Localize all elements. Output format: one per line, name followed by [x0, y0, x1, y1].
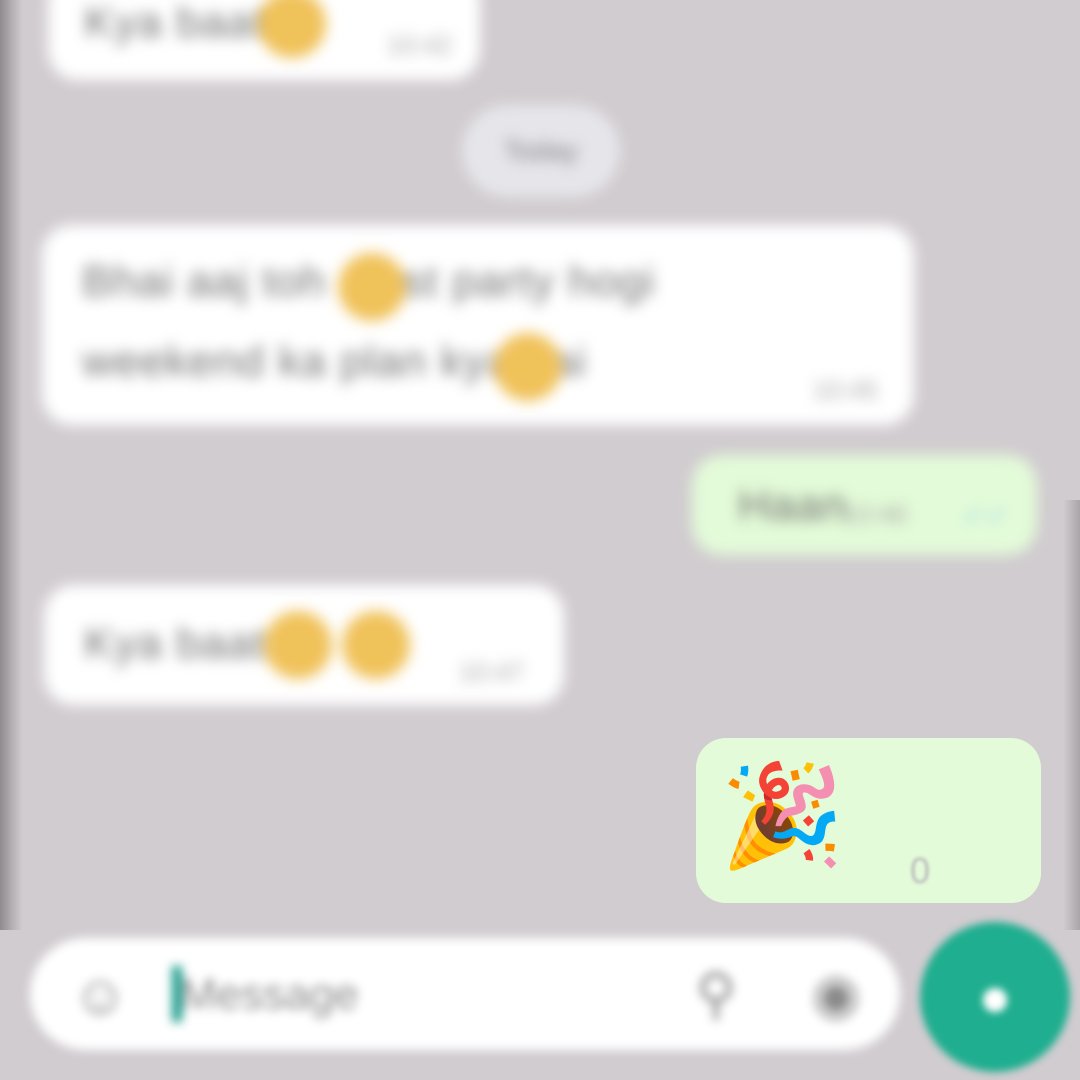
date-separator-label: Today — [503, 135, 579, 166]
send-button[interactable]: ● — [920, 922, 1070, 1072]
message-time: 10:46 — [842, 499, 908, 529]
message-input-placeholder: Message — [180, 970, 359, 1019]
chat-area: Kya baat 10:42 Today Bhai aaj toh mast p… — [0, 0, 1080, 930]
message-bubble-outgoing-sticker[interactable]: 🎉 — [696, 738, 1041, 903]
microphone-icon: ● — [978, 965, 1012, 1028]
date-separator: Today — [462, 105, 620, 197]
party-popper-icon: 🎉 — [720, 760, 845, 872]
paperclip-icon[interactable]: ⚲ — [680, 958, 752, 1030]
message-time: 10:42 — [386, 30, 452, 60]
read-receipt-icon: ✓✓ — [962, 500, 1009, 531]
message-bubble-incoming[interactable]: Bhai aaj toh mast party hogi weekend ka … — [42, 225, 914, 425]
message-time: 0 — [909, 850, 930, 891]
emoji-icon — [494, 333, 562, 401]
emoji-icon[interactable]: ☺ — [64, 958, 136, 1030]
message-input[interactable]: ☺ Message ⚲ ◉ — [30, 938, 900, 1050]
message-text: Kya baat — [84, 0, 266, 47]
message-text: Kya baat — [84, 619, 266, 668]
message-time: 10:47 — [458, 657, 524, 687]
message-time: 10:45 — [812, 375, 878, 405]
camera-icon[interactable]: ◉ — [800, 958, 872, 1030]
message-text: Haan — [738, 481, 848, 530]
emoji-icon — [342, 611, 410, 679]
emoji-icon — [258, 0, 326, 58]
emoji-icon — [338, 253, 406, 321]
message-bubble-incoming[interactable]: Kya baat 10:47 — [44, 585, 564, 705]
message-bubble-incoming[interactable]: Kya baat 10:42 — [48, 0, 480, 80]
emoji-icon — [264, 611, 332, 679]
message-bubble-outgoing[interactable]: Haan 10:46 ✓✓ — [692, 455, 1037, 555]
